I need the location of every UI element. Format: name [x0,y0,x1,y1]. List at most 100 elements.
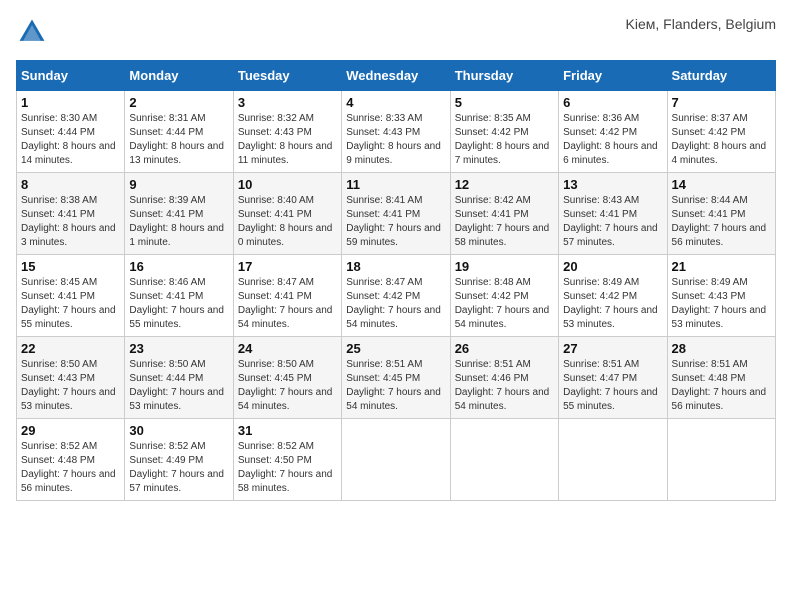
table-row: 4 Sunrise: 8:33 AM Sunset: 4:43 PM Dayli… [342,91,450,173]
day-number: 9 [129,177,228,192]
day-number: 23 [129,341,228,356]
logo-icon [16,16,48,48]
cell-details: Sunrise: 8:38 AM Sunset: 4:41 PM Dayligh… [21,194,120,250]
day-number: 17 [238,259,337,274]
cell-details: Sunrise: 8:52 AM Sunset: 4:48 PM Dayligh… [21,440,120,496]
table-row: 21 Sunrise: 8:49 AM Sunset: 4:43 PM Dayl… [667,255,775,337]
table-row: 24 Sunrise: 8:50 AM Sunset: 4:45 PM Dayl… [233,337,341,419]
table-row: 9 Sunrise: 8:39 AM Sunset: 4:41 PM Dayli… [125,173,233,255]
day-number: 12 [455,177,554,192]
table-row: 19 Sunrise: 8:48 AM Sunset: 4:42 PM Dayl… [450,255,558,337]
day-number: 15 [21,259,120,274]
day-number: 2 [129,95,228,110]
table-row: 6 Sunrise: 8:36 AM Sunset: 4:42 PM Dayli… [559,91,667,173]
table-row: 28 Sunrise: 8:51 AM Sunset: 4:48 PM Dayl… [667,337,775,419]
table-row [450,419,558,501]
table-row: 1 Sunrise: 8:30 AM Sunset: 4:44 PM Dayli… [17,91,125,173]
table-row: 7 Sunrise: 8:37 AM Sunset: 4:42 PM Dayli… [667,91,775,173]
calendar-week-2: 8 Sunrise: 8:38 AM Sunset: 4:41 PM Dayli… [17,173,776,255]
cell-details: Sunrise: 8:51 AM Sunset: 4:48 PM Dayligh… [672,358,771,414]
calendar-week-4: 22 Sunrise: 8:50 AM Sunset: 4:43 PM Dayl… [17,337,776,419]
table-row: 30 Sunrise: 8:52 AM Sunset: 4:49 PM Dayl… [125,419,233,501]
title-block: Kieм, Flanders, Belgium [626,16,776,32]
table-row: 20 Sunrise: 8:49 AM Sunset: 4:42 PM Dayl… [559,255,667,337]
table-row: 3 Sunrise: 8:32 AM Sunset: 4:43 PM Dayli… [233,91,341,173]
cell-details: Sunrise: 8:50 AM Sunset: 4:44 PM Dayligh… [129,358,228,414]
day-number: 14 [672,177,771,192]
day-number: 30 [129,423,228,438]
day-number: 1 [21,95,120,110]
cell-details: Sunrise: 8:35 AM Sunset: 4:42 PM Dayligh… [455,112,554,168]
cell-details: Sunrise: 8:51 AM Sunset: 4:46 PM Dayligh… [455,358,554,414]
table-row [342,419,450,501]
day-number: 29 [21,423,120,438]
weekday-header-wednesday: Wednesday [342,61,450,91]
location: Kieм, Flanders, Belgium [626,16,776,32]
day-number: 25 [346,341,445,356]
cell-details: Sunrise: 8:40 AM Sunset: 4:41 PM Dayligh… [238,194,337,250]
cell-details: Sunrise: 8:41 AM Sunset: 4:41 PM Dayligh… [346,194,445,250]
weekday-header-tuesday: Tuesday [233,61,341,91]
table-row: 16 Sunrise: 8:46 AM Sunset: 4:41 PM Dayl… [125,255,233,337]
table-row: 22 Sunrise: 8:50 AM Sunset: 4:43 PM Dayl… [17,337,125,419]
day-number: 21 [672,259,771,274]
cell-details: Sunrise: 8:50 AM Sunset: 4:45 PM Dayligh… [238,358,337,414]
calendar-week-5: 29 Sunrise: 8:52 AM Sunset: 4:48 PM Dayl… [17,419,776,501]
day-number: 18 [346,259,445,274]
day-number: 6 [563,95,662,110]
cell-details: Sunrise: 8:49 AM Sunset: 4:42 PM Dayligh… [563,276,662,332]
table-row: 26 Sunrise: 8:51 AM Sunset: 4:46 PM Dayl… [450,337,558,419]
table-row: 18 Sunrise: 8:47 AM Sunset: 4:42 PM Dayl… [342,255,450,337]
cell-details: Sunrise: 8:36 AM Sunset: 4:42 PM Dayligh… [563,112,662,168]
calendar-week-1: 1 Sunrise: 8:30 AM Sunset: 4:44 PM Dayli… [17,91,776,173]
table-row: 27 Sunrise: 8:51 AM Sunset: 4:47 PM Dayl… [559,337,667,419]
weekday-header-friday: Friday [559,61,667,91]
cell-details: Sunrise: 8:31 AM Sunset: 4:44 PM Dayligh… [129,112,228,168]
table-row: 13 Sunrise: 8:43 AM Sunset: 4:41 PM Dayl… [559,173,667,255]
table-row: 15 Sunrise: 8:45 AM Sunset: 4:41 PM Dayl… [17,255,125,337]
cell-details: Sunrise: 8:48 AM Sunset: 4:42 PM Dayligh… [455,276,554,332]
cell-details: Sunrise: 8:42 AM Sunset: 4:41 PM Dayligh… [455,194,554,250]
table-row: 5 Sunrise: 8:35 AM Sunset: 4:42 PM Dayli… [450,91,558,173]
cell-details: Sunrise: 8:44 AM Sunset: 4:41 PM Dayligh… [672,194,771,250]
day-number: 7 [672,95,771,110]
cell-details: Sunrise: 8:47 AM Sunset: 4:42 PM Dayligh… [346,276,445,332]
cell-details: Sunrise: 8:49 AM Sunset: 4:43 PM Dayligh… [672,276,771,332]
day-number: 11 [346,177,445,192]
day-number: 13 [563,177,662,192]
day-number: 20 [563,259,662,274]
table-row: 14 Sunrise: 8:44 AM Sunset: 4:41 PM Dayl… [667,173,775,255]
table-row: 29 Sunrise: 8:52 AM Sunset: 4:48 PM Dayl… [17,419,125,501]
cell-details: Sunrise: 8:52 AM Sunset: 4:50 PM Dayligh… [238,440,337,496]
table-row: 10 Sunrise: 8:40 AM Sunset: 4:41 PM Dayl… [233,173,341,255]
day-number: 19 [455,259,554,274]
day-number: 24 [238,341,337,356]
weekday-header-saturday: Saturday [667,61,775,91]
cell-details: Sunrise: 8:51 AM Sunset: 4:47 PM Dayligh… [563,358,662,414]
cell-details: Sunrise: 8:50 AM Sunset: 4:43 PM Dayligh… [21,358,120,414]
logo [16,16,52,48]
calendar-table: SundayMondayTuesdayWednesdayThursdayFrid… [16,60,776,501]
cell-details: Sunrise: 8:45 AM Sunset: 4:41 PM Dayligh… [21,276,120,332]
cell-details: Sunrise: 8:51 AM Sunset: 4:45 PM Dayligh… [346,358,445,414]
cell-details: Sunrise: 8:47 AM Sunset: 4:41 PM Dayligh… [238,276,337,332]
cell-details: Sunrise: 8:43 AM Sunset: 4:41 PM Dayligh… [563,194,662,250]
cell-details: Sunrise: 8:52 AM Sunset: 4:49 PM Dayligh… [129,440,228,496]
cell-details: Sunrise: 8:30 AM Sunset: 4:44 PM Dayligh… [21,112,120,168]
page-header: Kieм, Flanders, Belgium [16,16,776,48]
table-row: 12 Sunrise: 8:42 AM Sunset: 4:41 PM Dayl… [450,173,558,255]
day-number: 31 [238,423,337,438]
table-row: 25 Sunrise: 8:51 AM Sunset: 4:45 PM Dayl… [342,337,450,419]
weekday-header-thursday: Thursday [450,61,558,91]
day-number: 28 [672,341,771,356]
header-row: SundayMondayTuesdayWednesdayThursdayFrid… [17,61,776,91]
cell-details: Sunrise: 8:46 AM Sunset: 4:41 PM Dayligh… [129,276,228,332]
day-number: 5 [455,95,554,110]
day-number: 4 [346,95,445,110]
table-row: 31 Sunrise: 8:52 AM Sunset: 4:50 PM Dayl… [233,419,341,501]
table-row [667,419,775,501]
cell-details: Sunrise: 8:37 AM Sunset: 4:42 PM Dayligh… [672,112,771,168]
calendar-week-3: 15 Sunrise: 8:45 AM Sunset: 4:41 PM Dayl… [17,255,776,337]
day-number: 27 [563,341,662,356]
table-row [559,419,667,501]
